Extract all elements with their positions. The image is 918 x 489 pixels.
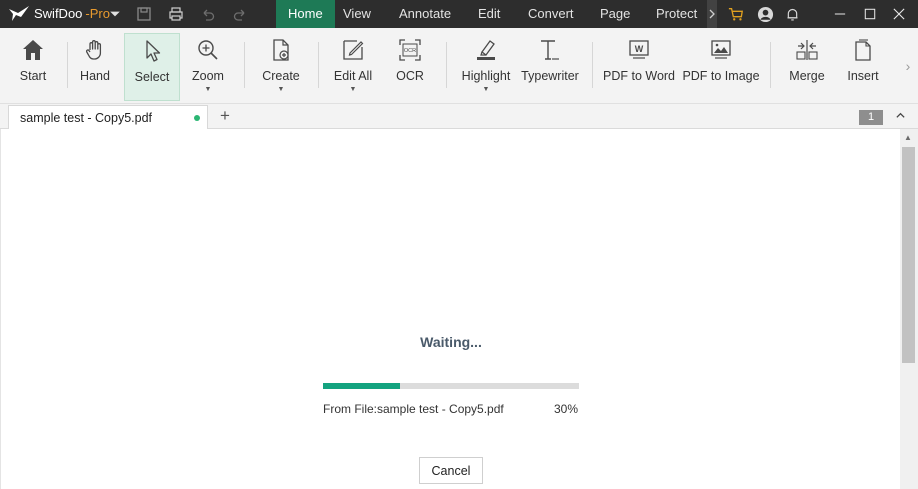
maximize-icon[interactable] [860, 4, 880, 24]
pdf-to-image-button[interactable]: PDF to Image [682, 33, 760, 101]
ribbon-divider [770, 42, 771, 88]
hand-icon [82, 37, 108, 63]
zoom-label: Zoom [192, 69, 224, 83]
chevron-down-icon: ▼ [277, 86, 285, 93]
chevron-right-icon[interactable]: › [902, 46, 914, 86]
zoom-in-icon [195, 37, 221, 63]
unsaved-dot-icon [194, 115, 200, 121]
zoom-button[interactable]: Zoom ▼ [188, 33, 228, 101]
hand-button[interactable]: Hand [74, 33, 116, 101]
highlight-label: Highlight [461, 69, 511, 83]
app-edition: -Pro [85, 6, 110, 21]
create-file-icon [268, 37, 294, 63]
chevron-up-icon[interactable] [893, 110, 907, 124]
ribbon-divider [67, 42, 68, 88]
scrollbar-thumb[interactable] [902, 147, 915, 363]
tab-protect[interactable]: Protect [644, 0, 709, 28]
svg-text:OCR: OCR [404, 48, 416, 54]
pdf-to-word-icon: W [626, 37, 652, 63]
pdf-to-word-label: PDF to Word [603, 69, 676, 83]
minimize-icon[interactable] [830, 4, 850, 24]
close-icon[interactable] [889, 4, 909, 24]
highlight-icon [473, 37, 499, 63]
ribbon-divider [244, 42, 245, 88]
start-label: Start [19, 69, 47, 83]
edit-all-icon [340, 37, 366, 63]
ocr-icon: OCR [397, 37, 423, 63]
cursor-icon [139, 38, 165, 64]
start-button[interactable]: Start [12, 33, 54, 101]
home-icon [20, 37, 46, 63]
bell-icon[interactable] [782, 4, 802, 24]
progress-bar [323, 383, 579, 389]
insert-button[interactable]: Insert [842, 33, 884, 101]
progress-percent: 30% [554, 402, 579, 416]
tab-convert[interactable]: Convert [516, 0, 586, 28]
highlight-button[interactable]: Highlight ▼ [458, 33, 514, 101]
pdf-to-word-button[interactable]: W PDF to Word [603, 33, 676, 101]
cart-icon[interactable] [726, 4, 746, 24]
merge-label: Merge [789, 69, 825, 83]
chevron-down-icon: ▼ [482, 86, 490, 93]
document-viewport: Waiting... From File:sample test - Copy5… [0, 129, 900, 489]
page-number-badge: 1 [859, 110, 883, 125]
tab-view[interactable]: View [331, 0, 383, 28]
ribbon-divider [318, 42, 319, 88]
hand-label: Hand [80, 69, 110, 83]
more-tabs-icon[interactable] [707, 0, 717, 28]
title-bar: SwifDoo -Pro Home View Annotate Edit Conv… [0, 0, 918, 28]
plus-icon[interactable]: + [216, 107, 234, 125]
document-tab[interactable]: sample test - Copy5.pdf [8, 105, 208, 129]
create-button[interactable]: Create ▼ [260, 33, 302, 101]
ocr-button[interactable]: OCR OCR [390, 33, 430, 101]
ribbon-divider [592, 42, 593, 88]
typewriter-icon [537, 37, 563, 63]
app-name: SwifDoo -Pro [34, 6, 110, 21]
merge-icon [794, 37, 820, 63]
waiting-status: Waiting... [420, 334, 482, 350]
chevron-down-icon: ▼ [349, 86, 357, 93]
tab-annotate[interactable]: Annotate [387, 0, 463, 28]
progress-fill [323, 383, 400, 389]
edit-all-button[interactable]: Edit All ▼ [330, 33, 376, 101]
select-button[interactable]: Select [124, 33, 180, 101]
insert-label: Insert [847, 69, 879, 83]
document-tab-label: sample test - Copy5.pdf [20, 111, 153, 125]
redo-icon[interactable] [231, 5, 249, 23]
chevron-down-icon: ▼ [204, 86, 212, 93]
print-icon[interactable] [167, 5, 185, 23]
svg-text:W: W [635, 44, 644, 54]
ribbon-toolbar: Start Hand Select Zoom ▼ Create ▼ Edit A… [0, 28, 918, 104]
vertical-scrollbar[interactable]: ▲ [900, 129, 918, 489]
pdf-to-image-icon [708, 37, 734, 63]
typewriter-button[interactable]: Typewriter [520, 33, 580, 101]
document-tab-bar: sample test - Copy5.pdf + 1 [0, 104, 918, 129]
insert-icon [850, 37, 876, 63]
save-icon[interactable] [135, 5, 153, 23]
ribbon-divider [446, 42, 447, 88]
cancel-button[interactable]: Cancel [419, 457, 483, 484]
typewriter-label: Typewriter [521, 69, 579, 83]
tab-home[interactable]: Home [276, 0, 335, 28]
user-icon[interactable] [755, 4, 775, 24]
edit-all-label: Edit All [333, 69, 373, 83]
pdf-to-image-label: PDF to Image [682, 69, 760, 83]
app-logo-icon [8, 5, 30, 23]
ocr-label: OCR [396, 69, 424, 83]
tab-edit[interactable]: Edit [466, 0, 512, 28]
tab-page[interactable]: Page [588, 0, 642, 28]
merge-button[interactable]: Merge [786, 33, 828, 101]
progress-file-text: From File:sample test - Copy5.pdf [323, 402, 504, 416]
scroll-up-icon[interactable]: ▲ [904, 133, 912, 142]
dropdown-icon[interactable] [109, 5, 121, 23]
create-label: Create [262, 69, 300, 83]
select-label: Select [134, 70, 170, 84]
undo-icon[interactable] [199, 5, 217, 23]
